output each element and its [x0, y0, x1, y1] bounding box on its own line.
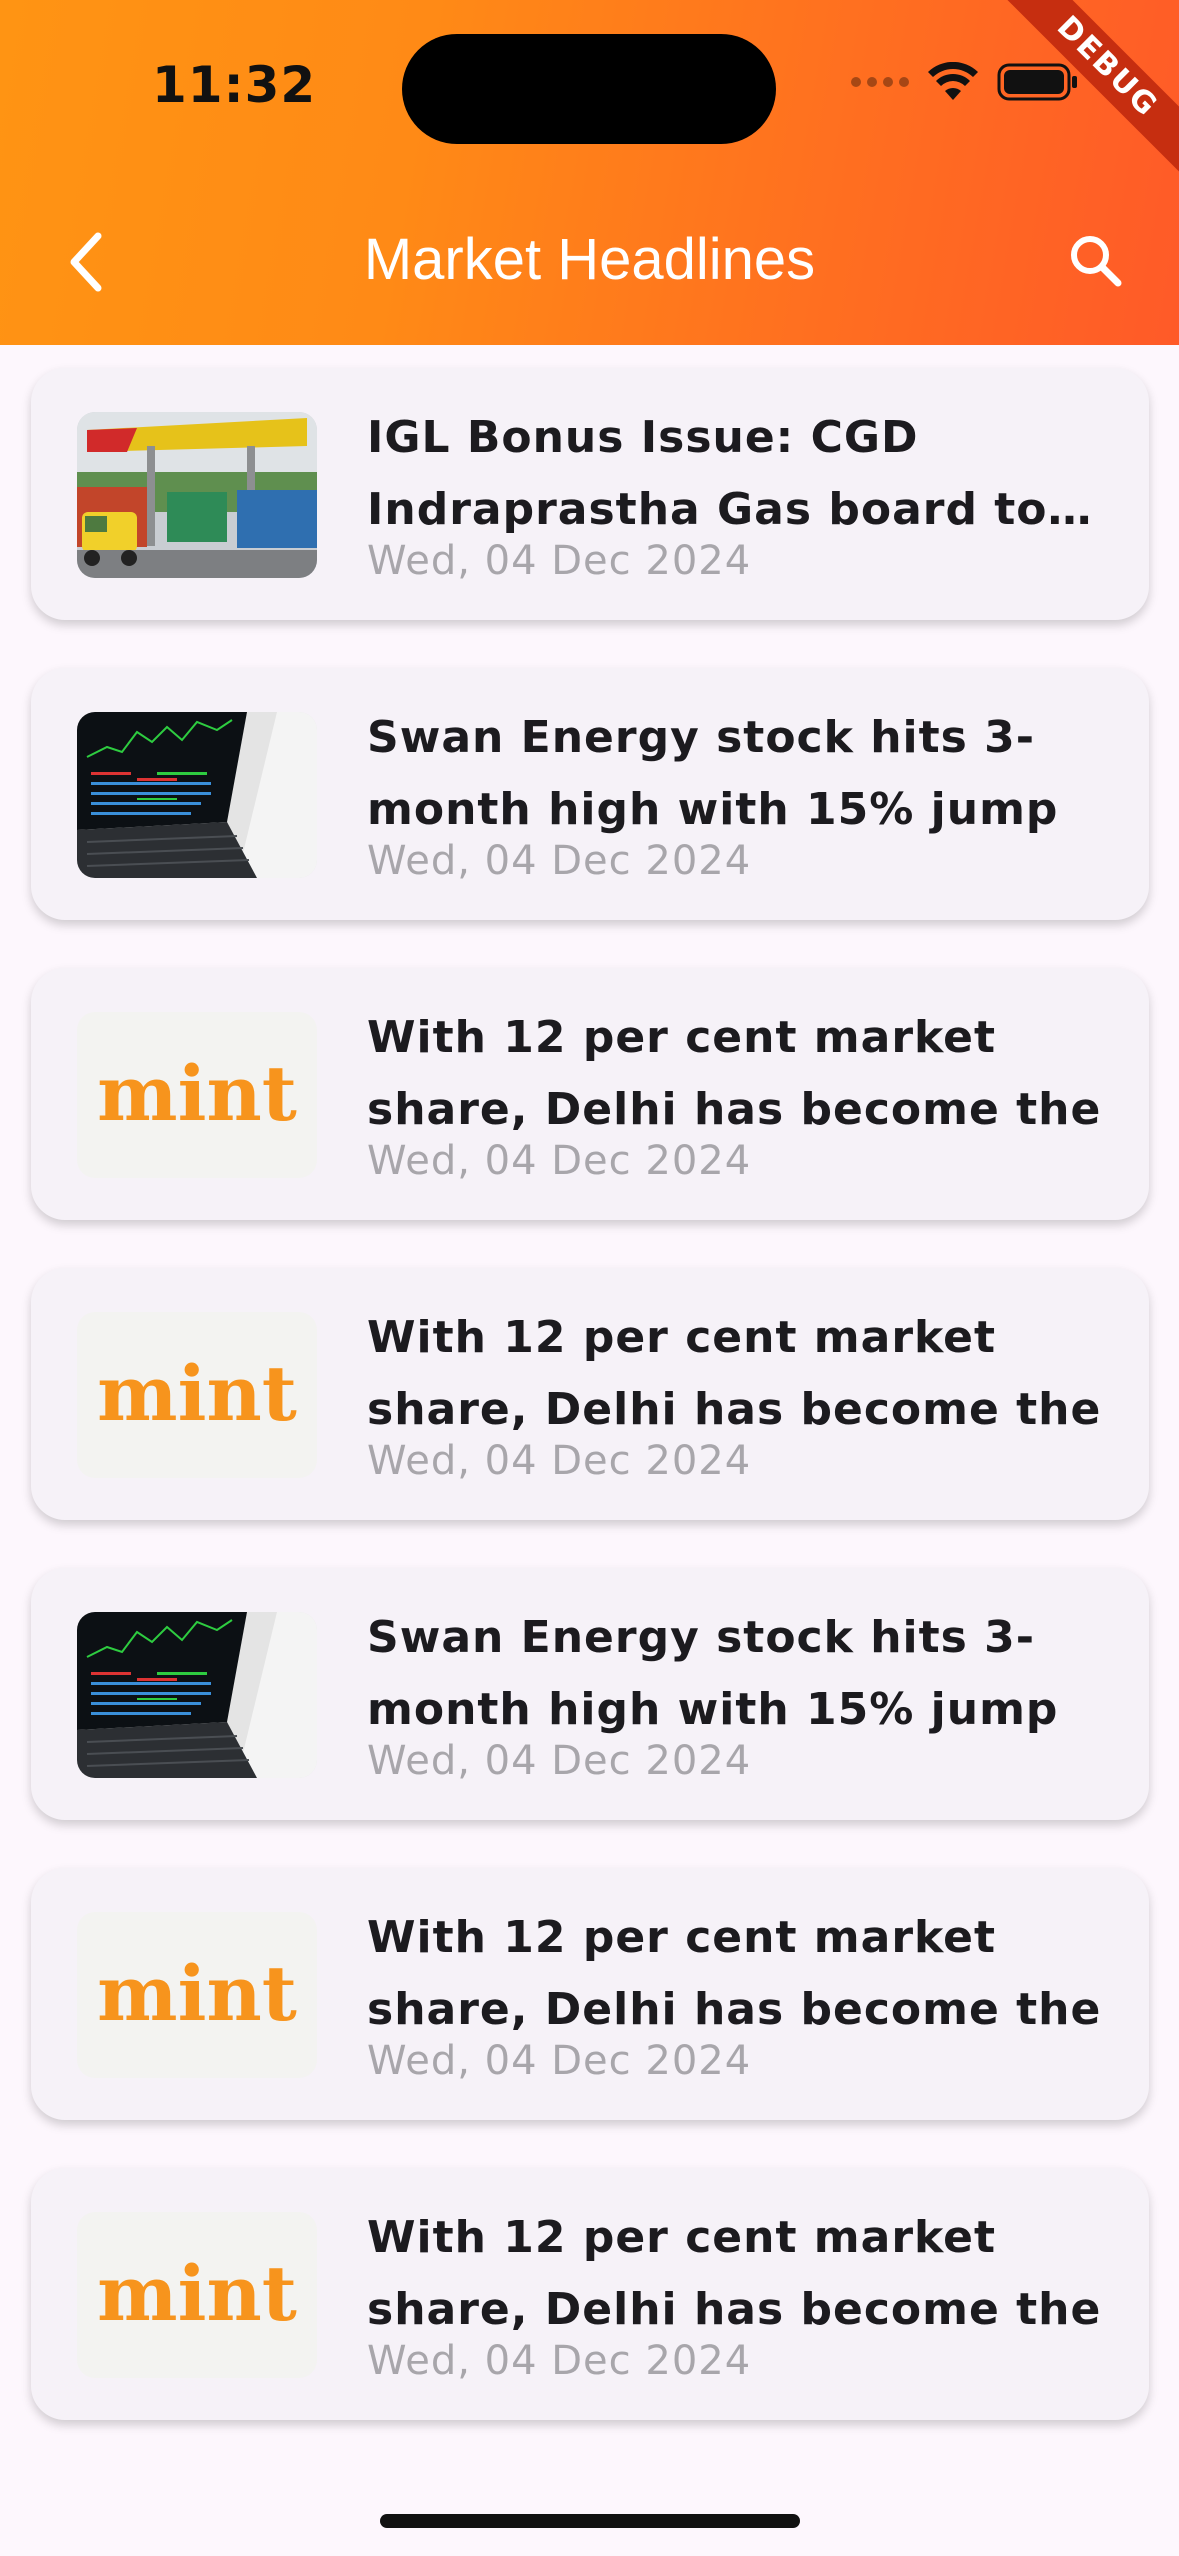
- news-card[interactable]: IGL Bonus Issue: CGD Indraprastha Gas bo…: [31, 368, 1149, 620]
- search-icon: [1071, 236, 1122, 287]
- battery-icon: [997, 63, 1077, 101]
- stock-laptop-thumbnail: [77, 1612, 317, 1778]
- news-title: With 12 per cent market share, Delhi has…: [367, 1012, 1102, 1135]
- news-thumbnail: [77, 412, 317, 578]
- news-title: With 12 per cent market share, Delhi has…: [367, 2212, 1102, 2335]
- news-title: IGL Bonus Issue: CGD Indraprastha Gas bo…: [367, 412, 1048, 535]
- mint-logo-text: mint: [97, 1349, 297, 1438]
- home-indicator: [380, 2514, 800, 2528]
- status-icons: [851, 62, 1079, 102]
- news-title: With 12 per cent market share, Delhi has…: [367, 1912, 1102, 2035]
- mint-logo-thumbnail: mint: [77, 1912, 317, 2078]
- cellular-signal-icon: [851, 77, 909, 87]
- news-text: IGL Bonus Issue: CGD Indraprastha Gas bo…: [367, 402, 1117, 584]
- news-thumbnail: mint: [77, 2212, 317, 2378]
- mint-logo-thumbnail: mint: [77, 1012, 317, 1178]
- app-header: 11:32 DEBUG Market Headlines: [0, 0, 1179, 345]
- mint-logo-text: mint: [97, 2249, 297, 2338]
- news-thumbnail: [77, 1612, 317, 1778]
- news-thumbnail: mint: [77, 1312, 317, 1478]
- news-list: IGL Bonus Issue: CGD Indraprastha Gas bo…: [31, 368, 1149, 2468]
- mint-logo-thumbnail: mint: [77, 2212, 317, 2378]
- news-text: With 12 per cent market share, Delhi has…: [367, 2202, 1117, 2384]
- status-time: 11:32: [152, 56, 317, 114]
- news-title: Swan Energy stock hits 3-month high with…: [367, 712, 1059, 835]
- news-card[interactable]: mint With 12 per cent market share, Delh…: [31, 1268, 1149, 1520]
- news-thumbnail: mint: [77, 1012, 317, 1178]
- dynamic-island: [402, 34, 776, 144]
- news-title: With 12 per cent market share, Delhi has…: [367, 1312, 1102, 1435]
- news-text: With 12 per cent market share, Delhi has…: [367, 1302, 1117, 1484]
- news-card[interactable]: mint With 12 per cent market share, Delh…: [31, 968, 1149, 1220]
- wifi-icon: [928, 62, 978, 100]
- news-card[interactable]: Swan Energy stock hits 3-month high with…: [31, 668, 1149, 920]
- news-title: Swan Energy stock hits 3-month high with…: [367, 1612, 1059, 1735]
- news-card[interactable]: mint With 12 per cent market share, Delh…: [31, 2168, 1149, 2420]
- news-card[interactable]: mint With 12 per cent market share, Delh…: [31, 1868, 1149, 2120]
- news-text: With 12 per cent market share, Delhi has…: [367, 1902, 1117, 2084]
- search-button[interactable]: [1061, 226, 1131, 296]
- page-title: Market Headlines: [363, 227, 816, 292]
- stock-laptop-thumbnail: [77, 712, 317, 878]
- news-text: With 12 per cent market share, Delhi has…: [367, 1002, 1117, 1184]
- news-card[interactable]: Swan Energy stock hits 3-month high with…: [31, 1568, 1149, 1820]
- mint-logo-text: mint: [97, 1949, 297, 2038]
- mint-logo-thumbnail: mint: [77, 1312, 317, 1478]
- igl-gas-station-thumbnail: [77, 412, 317, 578]
- news-thumbnail: [77, 712, 317, 878]
- news-text: Swan Energy stock hits 3-month high with…: [367, 702, 1117, 884]
- news-text: Swan Energy stock hits 3-month high with…: [367, 1602, 1117, 1784]
- mint-logo-text: mint: [97, 1049, 297, 1138]
- news-thumbnail: mint: [77, 1912, 317, 2078]
